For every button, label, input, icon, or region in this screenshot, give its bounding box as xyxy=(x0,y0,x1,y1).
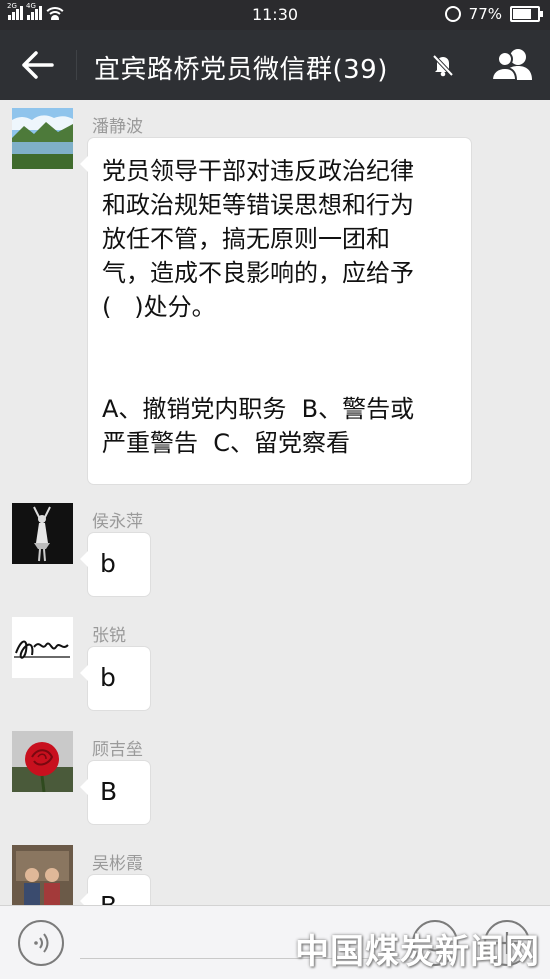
message-bubble[interactable]: B xyxy=(80,761,150,824)
status-bar: 2G 4G 11:30 77% xyxy=(0,0,550,30)
message-bubble[interactable]: 党员领导干部对违反政治纪律 和政治规矩等错误思想和行为 放任不管，搞无原则一团和… xyxy=(80,138,471,484)
sender-name: 张锐 xyxy=(92,626,126,646)
voice-button[interactable] xyxy=(18,920,64,966)
avatar[interactable] xyxy=(12,503,73,564)
back-button[interactable] xyxy=(20,48,56,82)
watermark: 中国煤炭新闻网 xyxy=(295,932,540,972)
dancer-avatar-image xyxy=(12,503,73,564)
message-bubble[interactable]: b xyxy=(80,533,150,596)
family-photo-avatar-image xyxy=(12,845,73,905)
message-text: B xyxy=(100,777,118,806)
message-text: b xyxy=(100,549,116,578)
back-arrow-icon xyxy=(22,51,54,79)
battery-icon xyxy=(510,6,543,22)
message-bubble[interactable]: b xyxy=(80,647,150,710)
battery-level xyxy=(513,9,532,19)
avatar[interactable] xyxy=(12,617,73,678)
sender-name: 吴彬霞 xyxy=(92,854,143,874)
chat-header: 宜宾路桥党员微信群(39) xyxy=(0,30,550,100)
avatar[interactable] xyxy=(12,108,73,169)
message-text: b xyxy=(100,663,116,692)
landscape-avatar-image xyxy=(12,108,73,169)
battery-percent: 77% xyxy=(468,5,502,23)
voice-icon xyxy=(34,933,49,953)
header-divider xyxy=(76,50,77,80)
sender-name: 侯永萍 xyxy=(92,512,143,532)
rose-avatar-image xyxy=(12,731,73,792)
chat-area[interactable]: 潘静波 党员领导干部对违反政治纪律 和政治规矩等错误思想和行为 放任不管，搞无原… xyxy=(0,100,550,905)
group-members-button[interactable] xyxy=(490,46,536,84)
avatar[interactable] xyxy=(12,731,73,792)
avatar[interactable] xyxy=(12,845,73,905)
sender-name: 顾吉垒 xyxy=(92,740,143,760)
chat-title: 宜宾路桥党员微信群(39) xyxy=(94,55,388,85)
alarm-icon xyxy=(444,6,461,22)
status-right: 77% xyxy=(444,5,543,23)
message-bubble[interactable]: B xyxy=(80,875,150,905)
mute-bell-icon xyxy=(430,52,456,78)
message-text: B xyxy=(88,875,150,905)
sender-name: 潘静波 xyxy=(92,117,143,137)
signature-avatar-image xyxy=(12,617,73,678)
message-text: 党员领导干部对违反政治纪律 和政治规矩等错误思想和行为 放任不管，搞无原则一团和… xyxy=(102,157,415,457)
group-members-icon xyxy=(490,49,532,81)
